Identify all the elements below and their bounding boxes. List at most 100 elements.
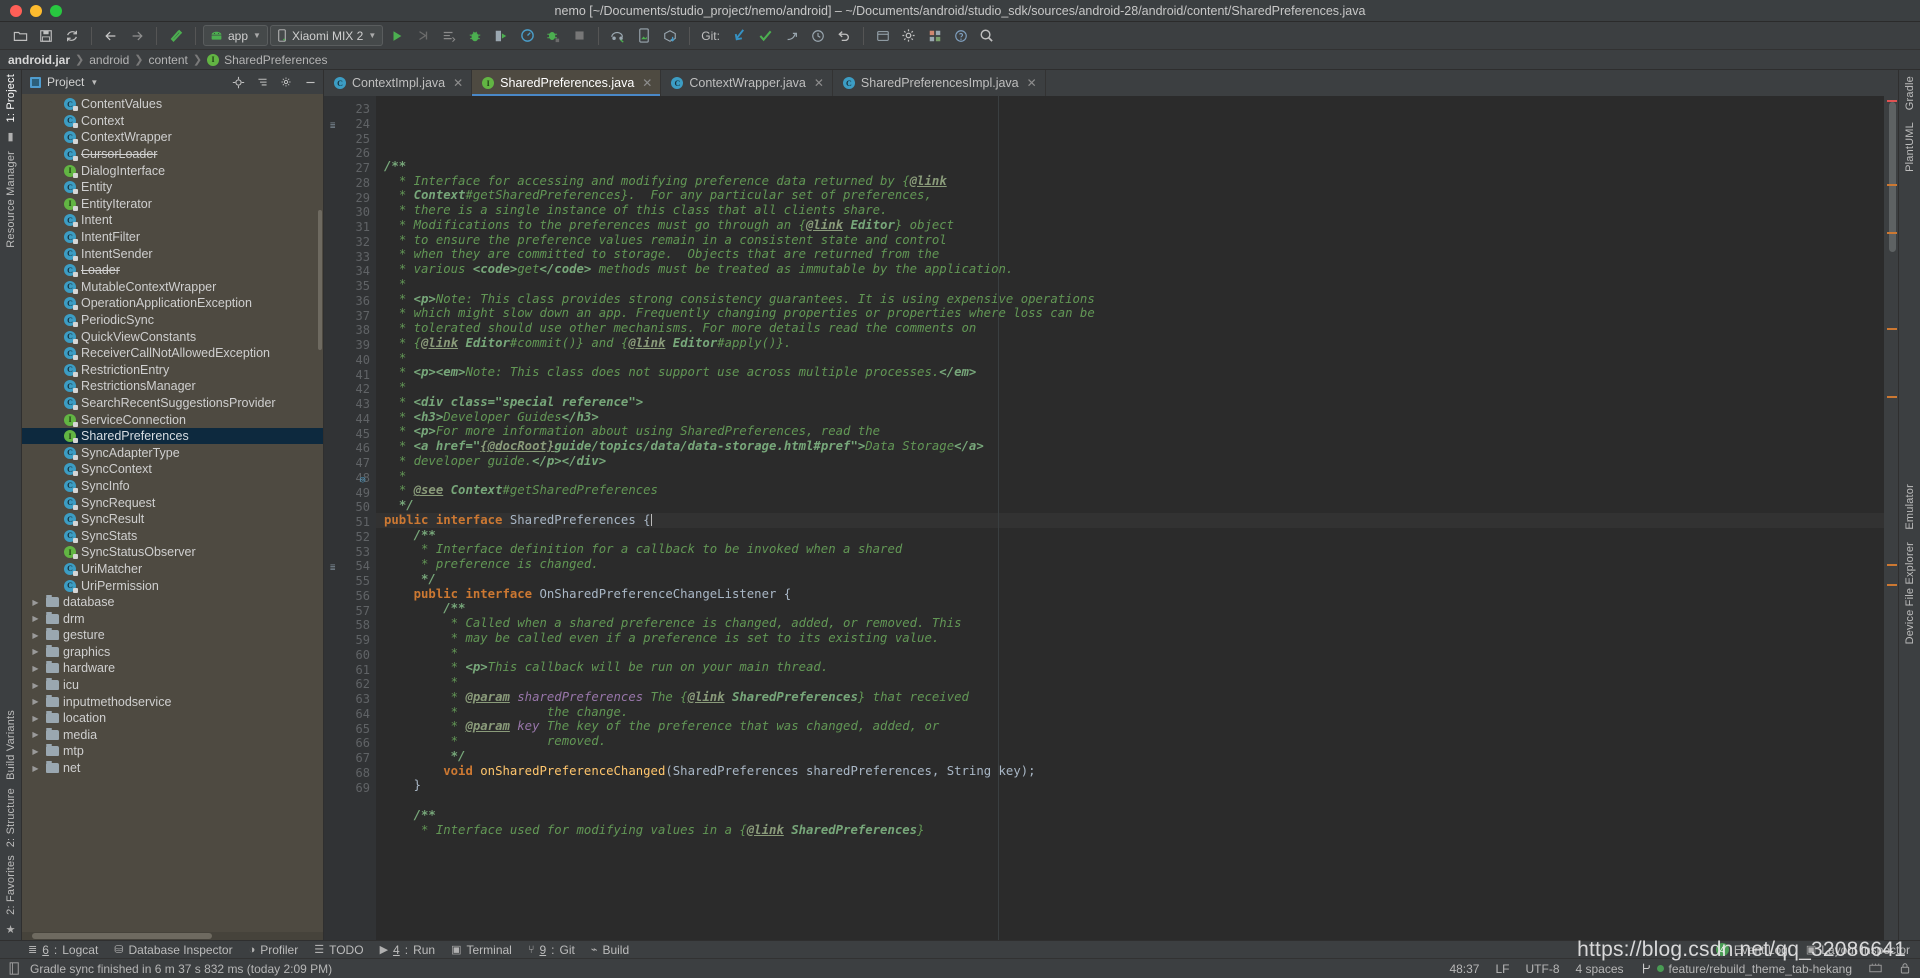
tree-item-entityiterator[interactable]: I EntityIterator bbox=[22, 196, 323, 213]
editor-gutter[interactable]: 2324⊟≣2526272829303132333435363738394041… bbox=[324, 96, 384, 940]
stop-icon[interactable] bbox=[567, 25, 591, 47]
sync-icon[interactable] bbox=[60, 25, 84, 47]
tree-item-graphics[interactable]: ▶ graphics bbox=[22, 644, 323, 661]
tree-item-database[interactable]: ▶ database bbox=[22, 594, 323, 611]
expand-arrow-icon[interactable]: ▶ bbox=[30, 697, 41, 706]
tool-window-todo[interactable]: ☰ TODO bbox=[314, 943, 363, 957]
breadcrumb-item-1[interactable]: android bbox=[89, 53, 129, 67]
tool-window-database-inspector[interactable]: ⛁ Database Inspector bbox=[114, 943, 232, 957]
apply-changes-icon[interactable] bbox=[411, 25, 435, 47]
sidebar-item-emulator[interactable]: Emulator bbox=[1904, 484, 1916, 530]
breadcrumb-item-3[interactable]: SharedPreferences bbox=[224, 53, 327, 67]
tree-item-uripermission[interactable]: C UriPermission bbox=[22, 577, 323, 594]
tool-window-run[interactable]: ▶ 4: Run bbox=[380, 943, 436, 957]
tree-item-syncrequest[interactable]: C SyncRequest bbox=[22, 494, 323, 511]
tree-item-location[interactable]: ▶ location bbox=[22, 710, 323, 727]
tree-item-mutablecontextwrapper[interactable]: C MutableContextWrapper bbox=[22, 279, 323, 296]
tree-item-entity[interactable]: C Entity bbox=[22, 179, 323, 196]
editor-marker-strip[interactable] bbox=[1884, 96, 1898, 940]
help-icon[interactable] bbox=[949, 25, 973, 47]
tool-window-event-log[interactable]: 4 Event Log bbox=[1715, 943, 1788, 957]
sidebar-item-device-file-explorer[interactable]: Device File Explorer bbox=[1904, 542, 1916, 644]
tree-item-urimatcher[interactable]: C UriMatcher bbox=[22, 561, 323, 578]
tree-item-synccontext[interactable]: C SyncContext bbox=[22, 461, 323, 478]
save-icon[interactable] bbox=[34, 25, 58, 47]
close-icon[interactable]: ✕ bbox=[453, 76, 463, 90]
tree-item-operationapplicationexception[interactable]: C OperationApplicationException bbox=[22, 295, 323, 312]
sidebar-item-favorites[interactable]: 2: Favorites bbox=[5, 855, 17, 915]
device-file-icon[interactable] bbox=[658, 25, 682, 47]
locate-icon[interactable] bbox=[229, 73, 247, 91]
project-structure-icon[interactable] bbox=[923, 25, 947, 47]
tree-item-contextwrapper[interactable]: C ContextWrapper bbox=[22, 129, 323, 146]
tree-item-syncresult[interactable]: C SyncResult bbox=[22, 511, 323, 528]
tree-item-receivercallnotallowedexception[interactable]: C ReceiverCallNotAllowedException bbox=[22, 345, 323, 362]
window-controls[interactable] bbox=[0, 4, 62, 17]
hide-icon[interactable] bbox=[301, 73, 319, 91]
minimize-window-button[interactable] bbox=[30, 4, 42, 17]
editor-scrollbar[interactable] bbox=[1889, 102, 1896, 252]
tree-item-intentfilter[interactable]: C IntentFilter bbox=[22, 229, 323, 246]
search-everywhere-icon[interactable] bbox=[871, 25, 895, 47]
tool-window-build[interactable]: ⌁ Build bbox=[591, 943, 629, 957]
profiler-icon[interactable] bbox=[515, 25, 539, 47]
tree-item-restrictionsmanager[interactable]: C RestrictionsManager bbox=[22, 378, 323, 395]
caret-position[interactable]: 48:37 bbox=[1449, 962, 1479, 976]
maximize-window-button[interactable] bbox=[50, 4, 62, 17]
breadcrumb-item-0[interactable]: android.jar bbox=[8, 53, 70, 67]
tree-item-hardware[interactable]: ▶ hardware bbox=[22, 660, 323, 677]
tree-item-syncstatusobserver[interactable]: I SyncStatusObserver bbox=[22, 544, 323, 561]
tree-item-syncinfo[interactable]: C SyncInfo bbox=[22, 478, 323, 495]
tree-item-periodicsync[interactable]: C PeriodicSync bbox=[22, 312, 323, 329]
tool-window-logcat[interactable]: ≣ 6: Logcat bbox=[28, 943, 98, 957]
tree-item-gesture[interactable]: ▶ gesture bbox=[22, 627, 323, 644]
tree-item-loader[interactable]: C Loader bbox=[22, 262, 323, 279]
expand-arrow-icon[interactable]: ▶ bbox=[30, 598, 41, 607]
tree-item-media[interactable]: ▶ media bbox=[22, 727, 323, 744]
sdk-manager-icon[interactable] bbox=[606, 25, 630, 47]
close-icon[interactable]: ✕ bbox=[642, 76, 652, 90]
close-icon[interactable]: ✕ bbox=[1027, 76, 1037, 90]
debug-icon[interactable] bbox=[463, 25, 487, 47]
tool-window-layout-inspector[interactable]: ▣ Layout Inspector bbox=[1806, 943, 1910, 957]
tab-contextwrapper-java[interactable]: C ContextWrapper.java ✕ bbox=[661, 70, 833, 96]
tool-window-terminal[interactable]: ▣ Terminal bbox=[451, 943, 512, 957]
sidebar-item-project[interactable]: 1: Project bbox=[5, 74, 17, 122]
expand-arrow-icon[interactable]: ▶ bbox=[30, 664, 41, 673]
expand-arrow-icon[interactable]: ▶ bbox=[30, 714, 41, 723]
rollback-icon[interactable] bbox=[832, 25, 856, 47]
apply-code-changes-icon[interactable] bbox=[437, 25, 461, 47]
line-separator[interactable]: LF bbox=[1495, 962, 1509, 976]
tab-sharedpreferences-java[interactable]: I SharedPreferences.java ✕ bbox=[472, 70, 662, 96]
code-content[interactable]: /** * Interface for accessing and modify… bbox=[376, 96, 1884, 940]
tree-item-inputmethodservice[interactable]: ▶ inputmethodservice bbox=[22, 693, 323, 710]
tree-item-sharedpreferences[interactable]: I SharedPreferences bbox=[22, 427, 323, 445]
history-icon[interactable] bbox=[806, 25, 830, 47]
attach-debugger-android-icon[interactable] bbox=[541, 25, 565, 47]
sidebar-item-structure[interactable]: 2: Structure bbox=[5, 788, 17, 847]
git-branch-widget[interactable]: feature/rebuild_theme_tab-hekang bbox=[1640, 962, 1852, 976]
chevron-down-icon-project[interactable]: ▼ bbox=[90, 78, 98, 87]
tree-item-intent[interactable]: C Intent bbox=[22, 212, 323, 229]
memory-icon[interactable] bbox=[1868, 962, 1882, 976]
expand-arrow-icon[interactable]: ▶ bbox=[30, 631, 41, 640]
push-icon[interactable] bbox=[780, 25, 804, 47]
sidebar-item-build-variants[interactable]: Build Variants bbox=[5, 710, 17, 780]
tree-item-mtp[interactable]: ▶ mtp bbox=[22, 743, 323, 760]
close-icon[interactable]: ✕ bbox=[814, 76, 824, 90]
tree-item-quickviewconstants[interactable]: C QuickViewConstants bbox=[22, 328, 323, 345]
tool-window-profiler[interactable]: ◑ Profiler bbox=[249, 943, 299, 957]
settings-icon[interactable] bbox=[277, 73, 295, 91]
breadcrumb-item-2[interactable]: content bbox=[148, 53, 187, 67]
lock-icon[interactable] bbox=[1898, 962, 1912, 976]
tab-sharedpreferencesimpl-java[interactable]: C SharedPreferencesImpl.java ✕ bbox=[833, 70, 1046, 96]
tree-item-searchrecentsuggestionsprovider[interactable]: C SearchRecentSuggestionsProvider bbox=[22, 395, 323, 412]
back-arrow-icon[interactable] bbox=[99, 25, 123, 47]
tree-item-dialoginterface[interactable]: I DialogInterface bbox=[22, 162, 323, 179]
build-hammer-icon[interactable] bbox=[164, 25, 188, 47]
project-tree[interactable]: C ContentValues C Context C ContextWrapper C Cu… bbox=[22, 94, 323, 932]
tree-item-contentvalues[interactable]: C ContentValues bbox=[22, 96, 323, 113]
search-icon[interactable] bbox=[975, 25, 999, 47]
file-encoding[interactable]: UTF-8 bbox=[1526, 962, 1560, 976]
tree-item-net[interactable]: ▶ net bbox=[22, 760, 323, 777]
